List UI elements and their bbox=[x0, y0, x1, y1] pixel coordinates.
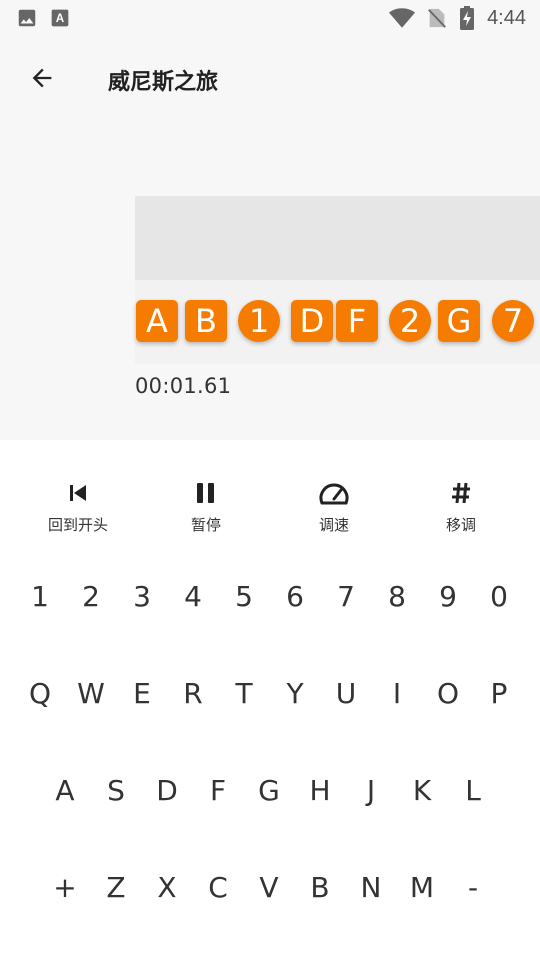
key[interactable]: K bbox=[397, 760, 447, 820]
keyboard-row-asdf: A S D F G H J K L bbox=[0, 760, 540, 820]
key[interactable]: R bbox=[168, 663, 218, 723]
restart-label: 回到开头 bbox=[47, 517, 108, 534]
note-row: A B 1 D F 2 G 7 bbox=[135, 300, 540, 344]
key[interactable]: P bbox=[474, 663, 524, 723]
restart-button[interactable]: 回到开头 bbox=[28, 478, 128, 535]
key[interactable]: U bbox=[321, 663, 371, 723]
key[interactable]: 0 bbox=[474, 566, 524, 626]
keyboard-row-zxcv: + Z X C V B N M - bbox=[0, 857, 540, 917]
key[interactable]: H bbox=[295, 760, 345, 820]
key[interactable]: W bbox=[66, 663, 116, 723]
image-icon bbox=[16, 7, 38, 29]
key[interactable]: J bbox=[346, 760, 396, 820]
key[interactable]: D bbox=[142, 760, 192, 820]
key[interactable]: E bbox=[117, 663, 167, 723]
key[interactable]: X bbox=[142, 857, 192, 917]
key[interactable]: G bbox=[244, 760, 294, 820]
status-time: 4:44 bbox=[487, 6, 526, 29]
score-panel: A B 1 D F 2 G 7 bbox=[135, 196, 540, 364]
no-sim-icon bbox=[427, 7, 447, 29]
key[interactable]: Q bbox=[15, 663, 65, 723]
note-key: B bbox=[185, 300, 227, 342]
status-left: A bbox=[16, 7, 70, 29]
key[interactable]: Y bbox=[270, 663, 320, 723]
note-key: F bbox=[336, 300, 378, 342]
arrow-left-icon bbox=[28, 64, 56, 97]
key[interactable]: 2 bbox=[66, 566, 116, 626]
key[interactable]: 9 bbox=[423, 566, 473, 626]
key[interactable]: S bbox=[91, 760, 141, 820]
key[interactable]: - bbox=[448, 857, 498, 917]
note-key: 2 bbox=[389, 300, 431, 342]
note-key: 7 bbox=[492, 300, 534, 342]
transpose-label: 移调 bbox=[445, 517, 476, 534]
key[interactable]: V bbox=[244, 857, 294, 917]
key[interactable]: Z bbox=[91, 857, 141, 917]
key[interactable]: B bbox=[295, 857, 345, 917]
key[interactable]: 1 bbox=[15, 566, 65, 626]
playback-time: 00:01.61 bbox=[135, 374, 232, 398]
page-title: 威尼斯之旅 bbox=[108, 69, 219, 94]
skip-previous-icon bbox=[66, 478, 90, 508]
wifi-icon bbox=[389, 7, 416, 29]
battery-charging-icon bbox=[459, 6, 475, 30]
app-bar: 威尼斯之旅 bbox=[0, 48, 540, 112]
back-button[interactable] bbox=[14, 52, 70, 108]
pause-button[interactable]: 暂停 bbox=[156, 478, 256, 535]
key[interactable]: 5 bbox=[219, 566, 269, 626]
key[interactable]: 4 bbox=[168, 566, 218, 626]
key[interactable]: A bbox=[40, 760, 90, 820]
key[interactable]: + bbox=[40, 857, 90, 917]
key[interactable]: F bbox=[193, 760, 243, 820]
key[interactable]: 6 bbox=[270, 566, 320, 626]
speed-label: 调速 bbox=[318, 517, 349, 534]
key[interactable]: T bbox=[219, 663, 269, 723]
score-staff-area bbox=[135, 196, 540, 280]
note-key: G bbox=[438, 300, 480, 342]
keyboard-row-qwerty: Q W E R T Y U I O P bbox=[0, 663, 540, 723]
status-right: 4:44 bbox=[389, 6, 526, 30]
keyboard-row-numbers: 1 2 3 4 5 6 7 8 9 0 bbox=[0, 566, 540, 626]
key[interactable]: L bbox=[448, 760, 498, 820]
pause-label: 暂停 bbox=[190, 517, 221, 534]
speedometer-icon bbox=[318, 478, 350, 508]
key[interactable]: 7 bbox=[321, 566, 371, 626]
text-a-icon: A bbox=[50, 8, 70, 28]
note-key: D bbox=[291, 300, 333, 342]
key[interactable]: O bbox=[423, 663, 473, 723]
sharp-icon bbox=[451, 478, 471, 508]
playback-controls: 回到开头 暂停 调速 移调 bbox=[0, 478, 540, 538]
transpose-button[interactable]: 移调 bbox=[411, 478, 511, 535]
pause-icon bbox=[194, 478, 218, 508]
key[interactable]: 3 bbox=[117, 566, 167, 626]
speed-button[interactable]: 调速 bbox=[284, 478, 384, 535]
key[interactable]: 8 bbox=[372, 566, 422, 626]
status-bar: A 4:44 bbox=[0, 0, 540, 36]
svg-text:A: A bbox=[56, 12, 65, 25]
key[interactable]: M bbox=[397, 857, 447, 917]
key[interactable]: N bbox=[346, 857, 396, 917]
note-key: A bbox=[136, 300, 178, 342]
key[interactable]: I bbox=[372, 663, 422, 723]
note-key: 1 bbox=[238, 300, 280, 342]
key[interactable]: C bbox=[193, 857, 243, 917]
